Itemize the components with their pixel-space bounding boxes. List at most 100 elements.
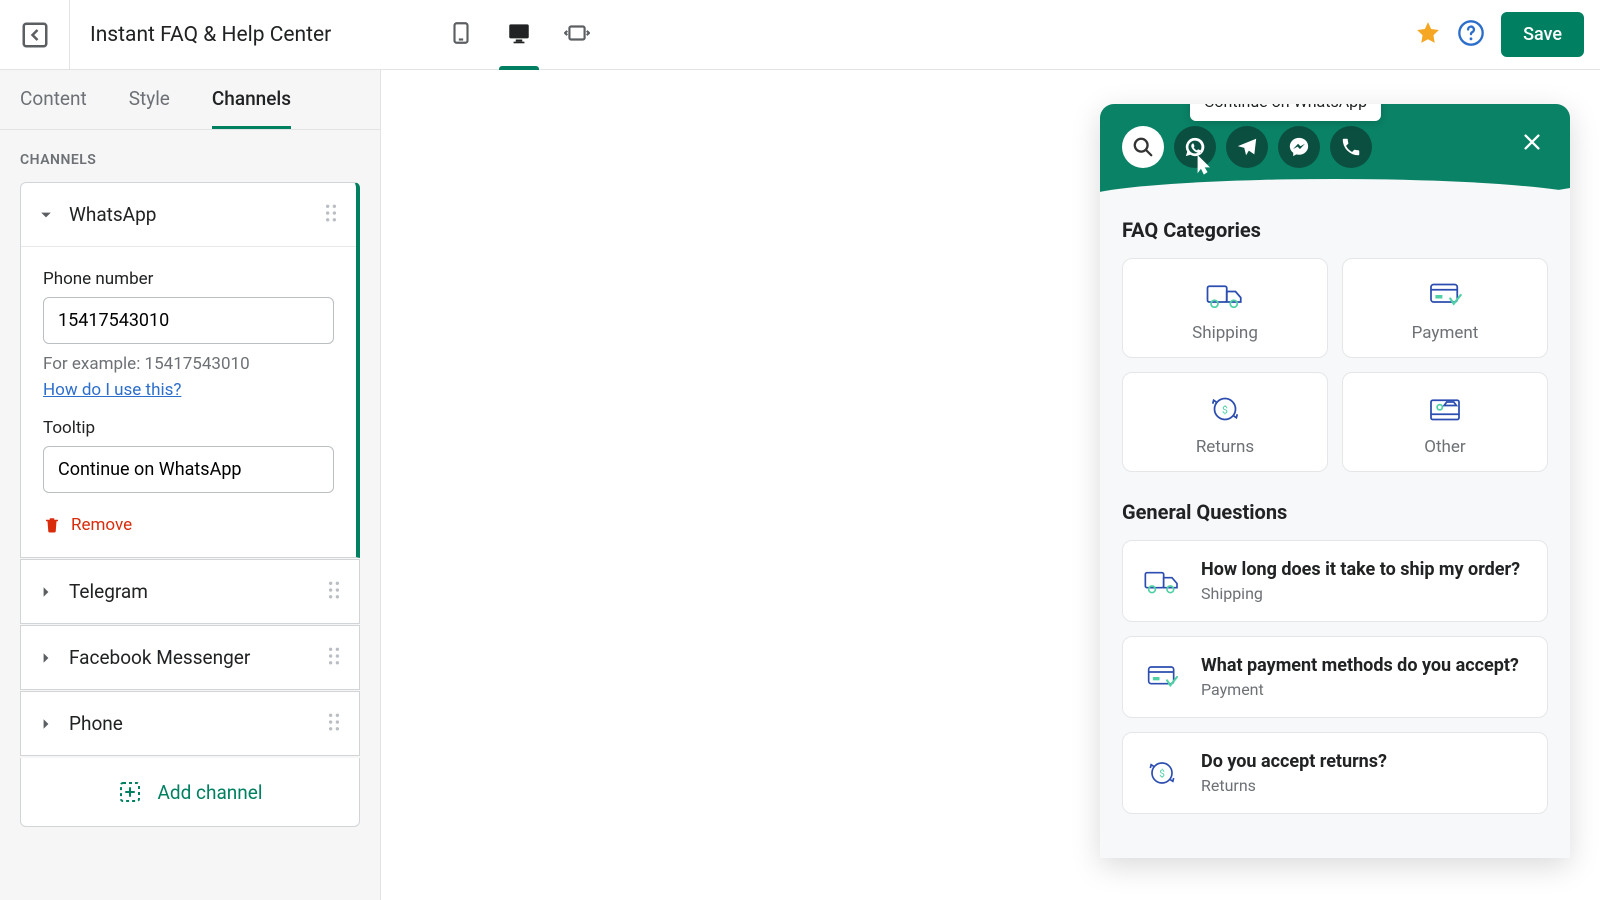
svg-text:$: $ — [1222, 403, 1228, 416]
other-icon — [1423, 391, 1467, 427]
desktop-icon — [506, 20, 532, 46]
tooltip-input[interactable] — [43, 446, 334, 493]
mobile-preview-button[interactable] — [441, 15, 481, 55]
telegram-icon — [1236, 136, 1258, 158]
channel-phone-header[interactable]: Phone — [21, 692, 359, 755]
phone-help-text: For example: 15417543010 — [43, 354, 334, 374]
back-button[interactable] — [0, 0, 70, 70]
question-1-title: How long does it take to ship my order? — [1201, 559, 1520, 580]
chevron-right-icon — [39, 585, 53, 599]
channel-messenger-header[interactable]: Facebook Messenger — [21, 626, 359, 689]
sidebar-tabs: Content Style Channels — [0, 70, 380, 130]
cursor-icon — [1192, 154, 1212, 182]
channel-whatsapp: WhatsApp Phone number For example: 15417… — [20, 182, 360, 558]
remove-label: Remove — [71, 515, 132, 535]
channel-messenger-name: Facebook Messenger — [69, 646, 327, 669]
preview-area: Continue on WhatsApp — [380, 70, 1600, 900]
device-toggles — [441, 15, 597, 55]
channel-whatsapp-header[interactable]: WhatsApp — [21, 183, 356, 246]
channel-whatsapp-body: Phone number For example: 15417543010 Ho… — [21, 246, 356, 557]
top-right-actions: Save — [1415, 12, 1584, 57]
returns-icon: $ — [1141, 752, 1183, 794]
tab-channels[interactable]: Channels — [212, 70, 291, 129]
category-payment-label: Payment — [1412, 323, 1479, 343]
drag-handle-icon[interactable] — [324, 204, 338, 226]
category-payment[interactable]: Payment — [1342, 258, 1548, 358]
drag-handle-icon[interactable] — [327, 581, 341, 603]
search-icon — [1132, 136, 1154, 158]
widget-messenger-button[interactable] — [1278, 126, 1320, 168]
help-link[interactable]: How do I use this? — [43, 380, 181, 400]
drag-handle-icon[interactable] — [327, 713, 341, 735]
mobile-icon — [448, 20, 474, 46]
faq-categories-title: FAQ Categories — [1122, 218, 1548, 242]
wave-decoration — [1100, 182, 1570, 200]
chevron-right-icon — [39, 651, 53, 665]
widget-body: FAQ Categories Shipping Payment — [1100, 200, 1570, 858]
channel-telegram-header[interactable]: Telegram — [21, 560, 359, 623]
category-returns-label: Returns — [1196, 437, 1254, 457]
question-3-category: Returns — [1201, 776, 1387, 795]
shipping-icon — [1203, 277, 1247, 313]
close-icon — [1521, 131, 1543, 153]
payment-icon — [1423, 277, 1467, 313]
page-title: Instant FAQ & Help Center — [90, 23, 331, 47]
save-button[interactable]: Save — [1501, 12, 1584, 57]
returns-icon: $ — [1203, 391, 1247, 427]
top-bar: Instant FAQ & Help Center Save — [0, 0, 1600, 70]
channel-phone-name: Phone — [69, 712, 327, 735]
category-returns[interactable]: $ Returns — [1122, 372, 1328, 472]
channels-section-label: CHANNELS — [0, 130, 380, 182]
chevron-right-icon — [39, 717, 53, 731]
question-3-title: Do you accept returns? — [1201, 751, 1387, 772]
desktop-preview-button[interactable] — [499, 15, 539, 55]
payment-icon — [1141, 656, 1183, 698]
widget-preview: Continue on WhatsApp — [1100, 104, 1570, 858]
back-arrow-icon — [20, 20, 50, 50]
question-3[interactable]: $ Do you accept returns? Returns — [1122, 732, 1548, 814]
widget-close-button[interactable] — [1516, 126, 1548, 158]
shipping-icon — [1141, 560, 1183, 602]
channel-telegram-name: Telegram — [69, 580, 327, 603]
question-2[interactable]: What payment methods do you accept? Paym… — [1122, 636, 1548, 718]
tooltip-label: Tooltip — [43, 418, 334, 438]
category-other-label: Other — [1424, 437, 1465, 457]
category-shipping-label: Shipping — [1192, 323, 1258, 343]
trash-icon — [43, 516, 61, 534]
add-channel-label: Add channel — [158, 781, 263, 804]
messenger-icon — [1288, 136, 1310, 158]
question-2-title: What payment methods do you accept? — [1201, 655, 1519, 676]
widget-phone-button[interactable] — [1330, 126, 1372, 168]
channel-telegram: Telegram — [20, 559, 360, 624]
widget-search-button[interactable] — [1122, 126, 1164, 168]
channel-messenger: Facebook Messenger — [20, 625, 360, 690]
channel-phone: Phone — [20, 691, 360, 756]
phone-icon — [1340, 136, 1362, 158]
question-2-category: Payment — [1201, 680, 1519, 699]
fullscreen-preview-button[interactable] — [557, 15, 597, 55]
tab-style[interactable]: Style — [129, 70, 170, 129]
sidebar: Content Style Channels CHANNELS WhatsApp… — [0, 70, 380, 900]
phone-label: Phone number — [43, 269, 334, 289]
add-icon — [118, 780, 142, 804]
category-shipping[interactable]: Shipping — [1122, 258, 1328, 358]
remove-button[interactable]: Remove — [43, 515, 334, 535]
svg-text:$: $ — [1159, 767, 1165, 780]
category-other[interactable]: Other — [1342, 372, 1548, 472]
chevron-down-icon — [39, 208, 53, 222]
drag-handle-icon[interactable] — [327, 647, 341, 669]
widget-whatsapp-button[interactable] — [1174, 126, 1216, 168]
channel-list: WhatsApp Phone number For example: 15417… — [0, 182, 380, 847]
channel-whatsapp-name: WhatsApp — [69, 203, 324, 226]
help-icon[interactable] — [1457, 19, 1485, 51]
question-1[interactable]: How long does it take to ship my order? … — [1122, 540, 1548, 622]
phone-input[interactable] — [43, 297, 334, 344]
widget-telegram-button[interactable] — [1226, 126, 1268, 168]
tab-content[interactable]: Content — [20, 70, 87, 129]
category-grid: Shipping Payment $ Returns — [1122, 258, 1548, 472]
add-channel-button[interactable]: Add channel — [20, 758, 360, 827]
star-icon[interactable] — [1415, 20, 1441, 50]
general-questions-title: General Questions — [1122, 500, 1548, 524]
question-1-category: Shipping — [1201, 584, 1520, 603]
expand-icon — [564, 20, 590, 46]
